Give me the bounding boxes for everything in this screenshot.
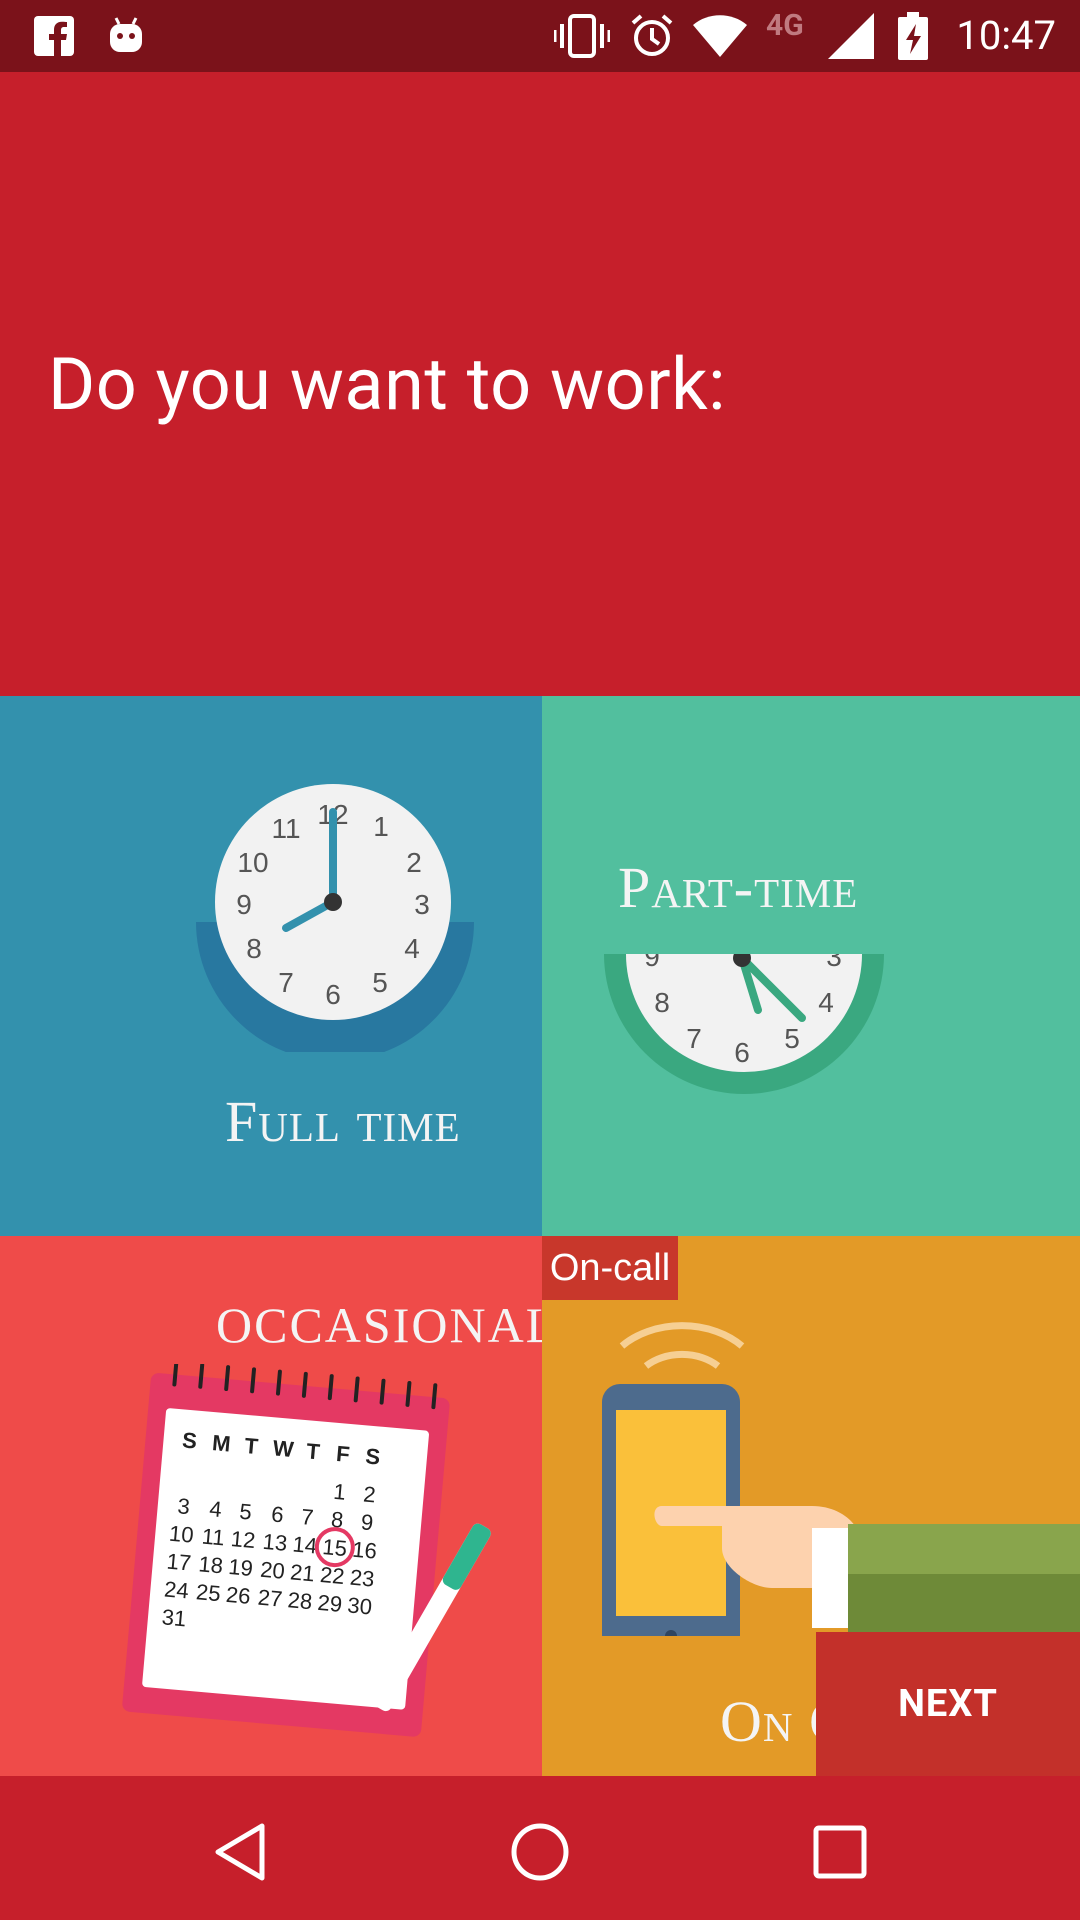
option-full-time[interactable]: 1212 345 678 91011 Full time [0, 696, 542, 1236]
svg-text:9: 9 [360, 1509, 374, 1535]
svg-text:6: 6 [270, 1501, 284, 1527]
svg-text:10: 10 [237, 847, 268, 878]
battery-charging-icon [896, 12, 930, 60]
svg-text:2: 2 [362, 1481, 376, 1507]
calendar-icon: SMTWTFS 12 3456789 10 11 12 13 14 15 16 17 18 19… [122, 1364, 491, 1737]
svg-text:S: S [364, 1443, 381, 1469]
svg-text:7: 7 [686, 1023, 702, 1054]
svg-text:3: 3 [826, 954, 842, 972]
svg-text:9: 9 [236, 889, 252, 920]
option-part-time[interactable]: Part-time 9 3 8 4 7 5 6 [542, 696, 1080, 1236]
svg-text:F: F [335, 1441, 351, 1467]
svg-text:11: 11 [201, 1524, 226, 1551]
svg-text:21: 21 [289, 1559, 316, 1586]
svg-text:T: T [305, 1438, 321, 1464]
svg-text:18: 18 [198, 1551, 225, 1578]
facebook-icon [32, 14, 76, 58]
svg-text:20: 20 [259, 1557, 286, 1584]
svg-text:M: M [211, 1430, 231, 1457]
question-title: Do you want to work: [48, 342, 727, 427]
svg-text:2: 2 [406, 847, 422, 878]
svg-text:27: 27 [257, 1585, 284, 1612]
svg-text:8: 8 [246, 933, 262, 964]
android-icon [104, 14, 148, 58]
svg-text:1: 1 [373, 811, 389, 842]
option-occasional[interactable]: OCCASIONAL SMTWTFS 12 3456789 10 11 12 13 14… [0, 1236, 542, 1776]
svg-text:30: 30 [347, 1592, 374, 1619]
svg-text:6: 6 [734, 1037, 750, 1068]
svg-text:14: 14 [292, 1531, 319, 1558]
svg-text:16: 16 [351, 1537, 378, 1564]
navigation-bar [0, 1776, 1080, 1920]
vibrate-icon [554, 14, 610, 58]
home-icon[interactable] [500, 1812, 580, 1892]
svg-text:25: 25 [195, 1579, 222, 1606]
next-button[interactable]: NEXT [816, 1632, 1080, 1776]
svg-text:15: 15 [321, 1534, 348, 1561]
recents-icon[interactable] [800, 1812, 880, 1892]
svg-text:23: 23 [349, 1565, 376, 1592]
back-icon[interactable] [200, 1812, 280, 1892]
svg-text:12: 12 [230, 1526, 257, 1553]
svg-text:T: T [244, 1433, 260, 1459]
svg-text:S: S [181, 1427, 198, 1453]
svg-text:4: 4 [818, 987, 834, 1018]
clock-icon: 1212 345 678 91011 [196, 784, 474, 1052]
svg-text:3: 3 [414, 889, 430, 920]
svg-text:6: 6 [325, 979, 341, 1010]
occasional-label: OCCASIONAL [216, 1297, 542, 1353]
svg-text:11: 11 [271, 813, 300, 844]
svg-text:19: 19 [227, 1554, 254, 1581]
part-time-label: Part-time [618, 855, 859, 920]
svg-text:3: 3 [177, 1493, 191, 1519]
signal-icon [828, 13, 874, 59]
svg-text:4: 4 [208, 1496, 222, 1522]
svg-text:24: 24 [163, 1576, 190, 1603]
network-type-label: 4G [766, 8, 804, 43]
svg-text:1: 1 [332, 1479, 346, 1505]
wifi-icon [692, 14, 748, 58]
svg-text:13: 13 [262, 1529, 289, 1556]
svg-text:28: 28 [287, 1587, 314, 1614]
svg-text:8: 8 [654, 987, 670, 1018]
svg-text:10: 10 [168, 1521, 195, 1548]
phone-tap-icon [602, 1322, 1080, 1636]
svg-text:17: 17 [166, 1549, 193, 1576]
svg-text:7: 7 [300, 1504, 314, 1530]
svg-text:5: 5 [238, 1499, 252, 1525]
half-clock-icon: 9 3 8 4 7 5 6 [604, 954, 884, 1094]
svg-text:31: 31 [161, 1604, 188, 1631]
svg-text:7: 7 [278, 967, 294, 998]
clock-time: 10:47 [956, 12, 1056, 59]
svg-text:5: 5 [372, 967, 388, 998]
header: Do you want to work: [0, 72, 1080, 696]
svg-text:9: 9 [644, 954, 660, 972]
svg-text:29: 29 [317, 1590, 344, 1617]
svg-text:26: 26 [225, 1582, 252, 1609]
svg-text:4: 4 [404, 933, 420, 964]
svg-text:W: W [272, 1435, 295, 1462]
full-time-label: Full time [225, 1089, 461, 1154]
svg-text:5: 5 [784, 1023, 800, 1054]
status-bar: 4G 10:47 [0, 0, 1080, 72]
on-call-badge: On-call [542, 1236, 678, 1300]
alarm-icon [628, 14, 676, 58]
